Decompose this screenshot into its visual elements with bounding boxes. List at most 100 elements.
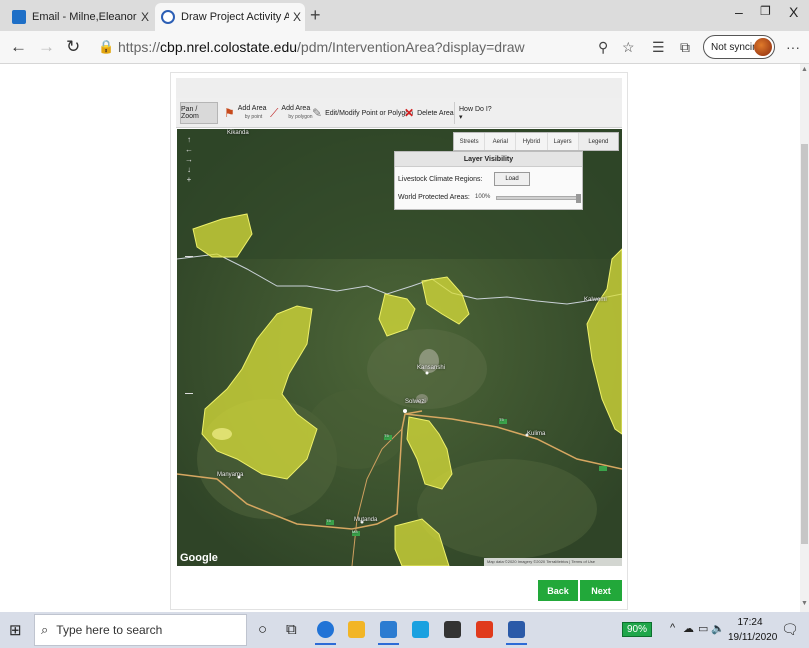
delete-area-label: Delete Area [417,109,454,117]
collections-icon[interactable]: ⧉ [680,39,690,56]
favorite-star-icon[interactable]: ☆ [622,39,635,56]
add-area-polygon-sub: by polygon [288,114,313,120]
task-view-icon[interactable]: ⧉ [286,621,297,638]
cortana-icon[interactable]: ○ [258,621,267,638]
tab-hybrid[interactable]: Hybrid [516,133,548,150]
add-area-polygon-label: Add Area [281,105,311,112]
page-scrollbar[interactable]: ▲ ▼ [800,64,809,612]
store-icon[interactable] [444,621,461,638]
add-area-point-sub: by point [244,114,263,120]
word-icon[interactable] [506,621,527,645]
load-button[interactable]: Load [494,172,530,186]
office-icon[interactable] [476,621,493,638]
new-tab-button[interactable]: + [310,5,321,26]
map-label-kikanda: Kikanda [227,130,249,136]
slider-handle[interactable] [576,194,581,203]
scroll-up-icon[interactable]: ▲ [800,66,809,73]
road-shield-t5: T5 [326,518,331,523]
protected-areas-label: World Protected Areas: [398,194,470,201]
tab-draw-project-activity-areas[interactable]: Draw Project Activity Areas - Ca X [155,3,305,31]
add-area-by-polygon-button[interactable]: ⟋ Add Area by polygon [270,102,313,124]
scroll-down-icon[interactable]: ▼ [800,600,809,607]
next-button[interactable]: Next [580,580,622,601]
opacity-slider[interactable] [496,194,581,203]
map-label-kalwemi: Kalwemi [584,297,607,303]
tab-aerial[interactable]: Aerial [485,133,517,150]
zoom-icon[interactable]: ⚲ [598,39,608,56]
road-shield-m8: M8 [352,529,358,534]
edge-taskbar-icon[interactable] [315,621,336,645]
zoom-slider-mark[interactable] [185,393,193,394]
notifications-icon[interactable]: 🗨 [781,621,799,638]
add-area-by-point-button[interactable]: ⚑ Add Area by point [224,102,267,124]
favorites-list-icon[interactable]: ☰ [652,39,665,56]
pan-zoom-label: Pan / Zoom [181,106,199,120]
avatar [754,38,772,56]
refresh-icon[interactable]: ↻ [66,37,80,57]
layer-visibility-title: Layer Visibility [395,152,582,167]
map-attribution[interactable]: Map data ©2020 Imagery ©2020 TerraMetric… [484,558,622,566]
zoom-slider-mark[interactable] [185,256,193,257]
livestock-climate-label: Livestock Climate Regions: [398,176,483,183]
back-button[interactable]: Back [538,580,578,601]
edge-icon [161,10,175,24]
lock-icon[interactable]: 🔒 [98,39,114,55]
address-bar-row: ← → ↻ 🔒 https://cbp.nrel.colostate.edu/p… [0,31,809,64]
back-arrow-icon[interactable]: ← [10,37,27,57]
display-icon[interactable]: ▭ [698,622,708,635]
road-shield-t5: T5 [499,417,504,422]
windows-start-icon[interactable]: ⊞ [9,621,22,639]
header-band [176,78,622,98]
tab-title: Draw Project Activity Areas - Ca [181,11,289,23]
tab-layers[interactable]: Layers [548,133,579,150]
tab-outlook-email[interactable]: Email - Milne,Eleanor - Outlook X [6,3,153,31]
page-content: Pan / Zoom ⚑ Add Area by point ⟋ Add Area… [0,64,800,612]
close-tab-icon[interactable]: X [289,10,305,24]
map-label-kulima: Kulima [527,431,546,437]
edit-modify-button[interactable]: ✎ Edit/Modify Point or Polygon [312,102,413,124]
point-marker-icon: ⚑ [224,106,235,120]
taskbar-search-box[interactable]: ⌕ Type here to search [34,614,247,646]
delete-x-icon: ✕ [404,106,415,120]
volume-icon[interactable]: 🔈 [711,622,725,635]
close-window-button[interactable]: X [789,4,798,20]
search-icon: ⌕ [41,622,49,637]
tab-legend[interactable]: Legend [578,133,618,150]
taskbar-clock[interactable]: 17:24 19/11/2020 [728,615,777,645]
map-label-kansanshi: Kansanshi [417,365,446,371]
map-label-manyama: Manyama [217,472,244,478]
minimize-button[interactable]: – [735,4,743,20]
close-tab-icon[interactable]: X [137,10,153,24]
mail-icon[interactable] [378,621,399,645]
restore-button[interactable]: ❐ [760,4,771,18]
scrollbar-thumb[interactable] [801,144,808,544]
map-label-solwezi: Solwezi [405,399,426,405]
outlook-icon [12,10,26,24]
map-type-tabs: Streets Aerial Hybrid Layers Legend [453,132,619,151]
forward-arrow-icon[interactable]: → [38,37,55,57]
clock-time: 17:24 [737,617,763,628]
battery-indicator[interactable]: 90% [622,622,652,637]
map-pan-control[interactable]: ↑ ← → ↓ + [183,135,195,185]
opacity-value: 100% [475,194,491,200]
layer-visibility-panel: Layer Visibility Livestock Climate Regio… [394,151,583,210]
tab-streets[interactable]: Streets [454,133,486,150]
windows-taskbar: ⊞ ⌕ Type here to search ○ ⧉ 90% ^ ☁ ▭ 🔈 … [0,612,809,648]
map-canvas[interactable]: ↑ ← → ↓ + Kikanda Kansanshi Solwezi Kulima … [177,129,622,566]
how-do-i-dropdown[interactable]: How Do I? ▾ [454,102,494,124]
onedrive-icon[interactable]: ☁ [683,622,694,635]
lync-icon[interactable] [412,621,429,638]
pan-zoom-button[interactable]: Pan / Zoom [180,102,218,124]
url-field[interactable]: https://cbp.nrel.colostate.edu/pdm/Inter… [118,39,525,55]
file-explorer-icon[interactable] [348,621,365,638]
show-hidden-icons-icon[interactable]: ^ [670,622,675,634]
search-placeholder: Type here to search [56,623,163,637]
add-area-point-label: Add Area [237,105,267,112]
map-label-mutanda: Mutanda [354,517,378,523]
settings-menu-icon[interactable]: ··· [786,39,800,55]
delete-area-button[interactable]: ✕ Delete Area [404,102,454,124]
pencil-icon: ✎ [312,106,323,120]
profile-sync-button[interactable]: Not syncing [703,35,775,59]
polygon-icon: ⟋ [270,105,279,120]
road-shield-t5: T5 [384,433,389,438]
